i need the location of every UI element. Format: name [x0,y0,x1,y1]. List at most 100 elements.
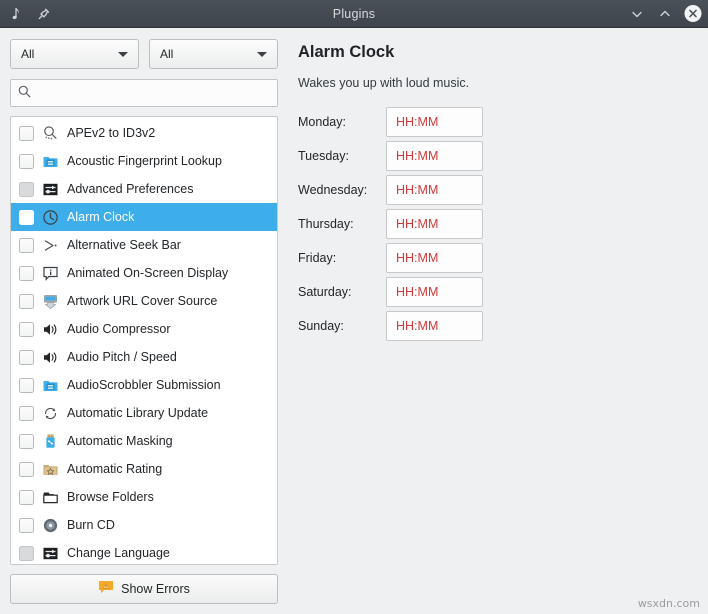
plugin-list-item[interactable]: Alarm Clock [11,203,277,231]
plugin-enable-checkbox[interactable] [19,154,34,169]
maximize-button[interactable] [656,5,674,23]
alarm-day-row: Monday: [298,107,694,137]
plugin-list-item-label: Change Language [67,546,170,560]
alarm-day-label: Saturday: [298,285,386,299]
speaker-icon [42,321,59,338]
plugin-list-item[interactable]: Acoustic Fingerprint Lookup [11,147,277,175]
sliders-icon [42,181,59,198]
plugin-list-item-label: Burn CD [67,518,115,532]
plugin-enable-checkbox[interactable] [19,350,34,365]
plugin-enable-checkbox[interactable] [19,434,34,449]
plugin-list-item[interactable]: Burn CD [11,511,277,539]
plugin-list-item[interactable]: Browse Folders [11,483,277,511]
plugin-list-item[interactable]: Audio Compressor [11,315,277,343]
plugin-list-item-label: Automatic Library Update [67,406,208,420]
alarm-day-label: Thursday: [298,217,386,231]
plugin-list-item[interactable]: Automatic Library Update [11,399,277,427]
plugin-list-item[interactable]: APEv2 to ID3v2 [11,119,277,147]
alarm-day-label: Friday: [298,251,386,265]
search-box[interactable] [10,79,278,107]
status-filter-value: All [160,47,257,61]
blue-folder-icon [42,377,59,394]
plugin-list-item-label: Automatic Masking [67,434,173,448]
plugin-list-item[interactable]: Alternative Seek Bar [11,231,277,259]
magnifier-icon [42,125,59,142]
plugin-enable-checkbox[interactable] [19,294,34,309]
plugin-enable-checkbox[interactable] [19,126,34,141]
sliders-icon [42,545,59,562]
minimize-button[interactable] [628,5,646,23]
music-note-icon [8,5,26,23]
search-input[interactable] [37,86,270,100]
plugin-enable-checkbox[interactable] [19,406,34,421]
plugin-list-item-label: Browse Folders [67,490,154,504]
chevron-down-icon [118,52,128,57]
alarm-time-input[interactable] [386,311,483,341]
plugin-enable-checkbox[interactable] [19,238,34,253]
plugin-list-item-label: Alternative Seek Bar [67,238,181,252]
pin-icon[interactable] [35,5,53,23]
plugin-list-item-label: Audio Compressor [67,322,171,336]
alarm-schedule: Monday: Tuesday: Wednesday: Thursday: Friday… [298,107,694,341]
alarm-time-input[interactable] [386,141,483,171]
plugin-list-item[interactable]: Audio Pitch / Speed [11,343,277,371]
plugin-list[interactable]: APEv2 to ID3v2Acoustic Fingerprint Looku… [10,116,278,565]
plugin-list-item-label: Advanced Preferences [67,182,193,196]
folder-outline-icon [42,489,59,506]
alarm-day-label: Tuesday: [298,149,386,163]
info-bubble-icon [42,265,59,282]
alarm-time-input[interactable] [386,277,483,307]
plugin-list-item[interactable]: Change Language [11,539,277,565]
show-errors-button[interactable]: Show Errors [10,574,278,604]
plugin-browser-pane: All All APEv2 to ID3v2Acoustic Fingerpri… [0,28,288,614]
plugin-enable-checkbox [19,546,34,561]
alarm-day-row: Friday: [298,243,694,273]
plugin-list-item-label: Audio Pitch / Speed [67,350,177,364]
speaker-icon [42,349,59,366]
plugin-detail-pane: Alarm Clock Wakes you up with loud music… [288,28,708,614]
alarm-time-input[interactable] [386,243,483,273]
plugin-enable-checkbox [19,182,34,197]
plugin-description: Wakes you up with loud music. [298,76,694,90]
alarm-time-input[interactable] [386,175,483,205]
plugin-list-item-label: Artwork URL Cover Source [67,294,217,308]
download-icon [42,293,59,310]
warning-bubble-icon [98,580,114,598]
filter-row: All All [10,39,278,69]
plugin-enable-checkbox[interactable] [19,518,34,533]
show-errors-label: Show Errors [121,582,190,596]
clock-icon [42,209,59,226]
plugin-enable-checkbox[interactable] [19,462,34,477]
plugin-enable-checkbox[interactable] [19,266,34,281]
page-title: Alarm Clock [298,43,694,62]
alarm-time-input[interactable] [386,209,483,239]
star-folder-icon [42,461,59,478]
alarm-day-row: Thursday: [298,209,694,239]
plugin-list-item[interactable]: Animated On-Screen Display [11,259,277,287]
status-filter-dropdown[interactable]: All [149,39,278,69]
plugin-list-item[interactable]: Advanced Preferences [11,175,277,203]
watermark: wsxdn.com [638,597,700,610]
plugin-list-item[interactable]: Automatic Masking [11,427,277,455]
plugin-enable-checkbox[interactable] [19,210,34,225]
close-button[interactable] [684,5,702,23]
plugin-list-item[interactable]: Artwork URL Cover Source [11,287,277,315]
plugin-enable-checkbox[interactable] [19,378,34,393]
alarm-day-label: Sunday: [298,319,386,333]
category-filter-value: All [21,47,118,61]
plugin-list-item-label: Alarm Clock [67,210,134,224]
search-icon [18,85,31,101]
alarm-day-label: Wednesday: [298,183,386,197]
alarm-day-row: Sunday: [298,311,694,341]
seek-arrow-icon [42,237,59,254]
plugin-enable-checkbox[interactable] [19,490,34,505]
plugin-list-item[interactable]: AudioScrobbler Submission [11,371,277,399]
plugin-list-item-label: Automatic Rating [67,462,162,476]
alarm-time-input[interactable] [386,107,483,137]
alarm-day-row: Saturday: [298,277,694,307]
plugin-list-item[interactable]: Automatic Rating [11,455,277,483]
category-filter-dropdown[interactable]: All [10,39,139,69]
refresh-icon [42,405,59,422]
disc-icon [42,517,59,534]
plugin-enable-checkbox[interactable] [19,322,34,337]
